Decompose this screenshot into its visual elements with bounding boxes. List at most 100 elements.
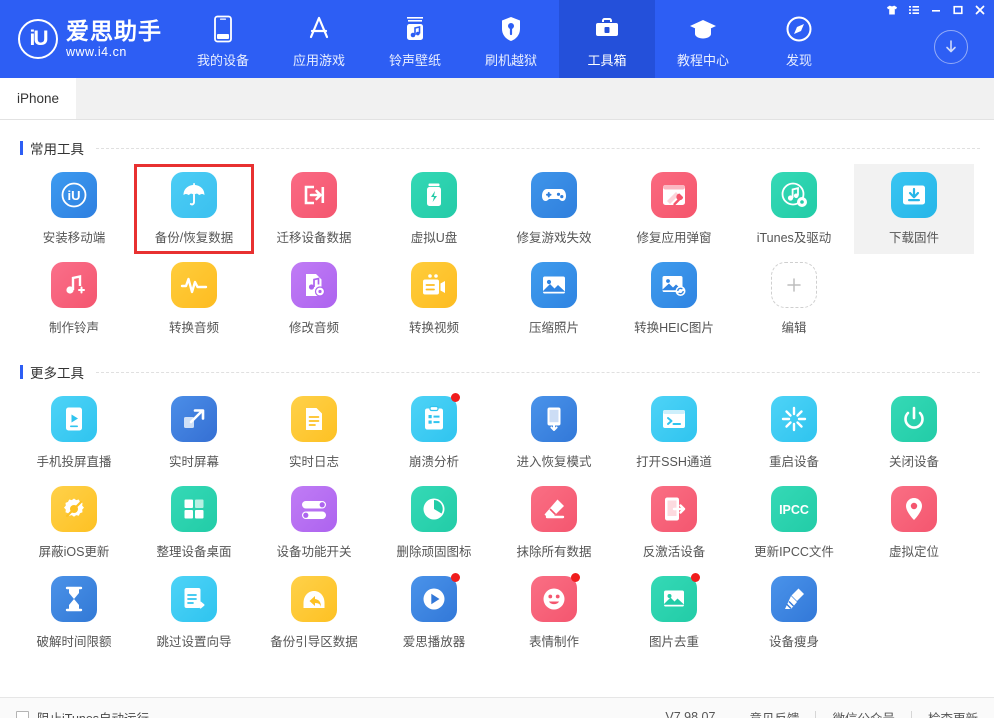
tool-device-slimming[interactable]: 设备瘦身	[734, 568, 854, 658]
nav-item-discover[interactable]: 发现	[751, 0, 847, 78]
delete-stubborn-icon	[411, 486, 457, 532]
tool-repair-game[interactable]: 修复游戏失效	[494, 164, 614, 254]
tool-label: 压缩照片	[528, 321, 579, 335]
tool-label: 图片去重	[648, 635, 699, 649]
tool-label: 实时日志	[288, 455, 339, 469]
nav-item-ringtone-wallpaper[interactable]: 铃声壁纸	[367, 0, 463, 78]
tool-label: 整理设备桌面	[156, 545, 232, 559]
main-nav: 我的设备 应用游戏 铃声壁纸 刷机越狱 工具箱 教程中心 发现	[175, 0, 847, 78]
tool-label: 编辑	[781, 321, 807, 335]
nav-label: 刷机越狱	[484, 52, 537, 68]
section-divider	[96, 147, 980, 149]
tool-backup-boot-data[interactable]: 备份引导区数据	[254, 568, 374, 658]
migrate-data-icon	[291, 172, 337, 218]
tool-convert-audio[interactable]: 转换音频	[134, 254, 254, 344]
tool-crash-analysis[interactable]: 崩溃分析	[374, 388, 494, 478]
checkbox-box[interactable]	[16, 710, 29, 718]
tool-label: 屏蔽iOS更新	[38, 545, 110, 559]
tool-download-firmware[interactable]: 下载固件	[854, 164, 974, 254]
nav-label: 我的设备	[196, 52, 249, 68]
tool-make-ringtone[interactable]: 制作铃声	[14, 254, 134, 344]
minimize-icon[interactable]	[926, 1, 946, 19]
close-icon[interactable]	[970, 1, 990, 19]
plus-edit-icon	[771, 262, 817, 308]
tool-restart-device[interactable]: 重启设备	[734, 388, 854, 478]
tool-migrate-device-data[interactable]: 迁移设备数据	[254, 164, 374, 254]
tool-itunes-driver[interactable]: iTunes及驱动	[734, 164, 854, 254]
tool-delete-stubborn-icon[interactable]: 删除顽固图标	[374, 478, 494, 568]
tab-iphone[interactable]: iPhone	[0, 77, 76, 119]
tool-feature-toggle[interactable]: 设备功能开关	[254, 478, 374, 568]
backup-boot-icon	[291, 576, 337, 622]
tool-crack-time-limit[interactable]: 破解时间限额	[14, 568, 134, 658]
tool-deactivate-device[interactable]: 反激活设备	[614, 478, 734, 568]
tool-realtime-screen[interactable]: 实时屏幕	[134, 388, 254, 478]
deactivate-device-icon	[651, 486, 697, 532]
tool-skip-setup[interactable]: 跳过设置向导	[134, 568, 254, 658]
crash-analysis-icon	[411, 393, 460, 442]
tool-photo-dedupe[interactable]: 图片去重	[614, 568, 734, 658]
footer-right: V7.98.07 意见反馈 微信公众号 检查更新	[665, 708, 978, 718]
tool-virtual-location[interactable]: 虚拟定位	[854, 478, 974, 568]
app-popup-repair-icon	[651, 172, 697, 218]
tool-label: 进入恢复模式	[516, 455, 592, 469]
block-itunes-checkbox[interactable]: 阻止iTunes自动运行	[16, 708, 149, 718]
tool-repair-app-popup[interactable]: 修复应用弹窗	[614, 164, 734, 254]
ipcc-update-icon: IPCC	[771, 486, 817, 532]
tool-convert-heic[interactable]: 转换HEIC图片	[614, 254, 734, 344]
compress-photo-icon	[531, 262, 577, 308]
nav-label: 铃声壁纸	[388, 52, 441, 68]
section-title: 常用工具	[30, 142, 84, 157]
tool-update-ipcc[interactable]: IPCC 更新IPCC文件	[734, 478, 854, 568]
tool-label: 删除顽固图标	[396, 545, 472, 559]
tool-convert-video[interactable]: 转换视频	[374, 254, 494, 344]
skin-theme-icon[interactable]	[882, 1, 902, 19]
tool-emoji-maker[interactable]: 表情制作	[494, 568, 614, 658]
tool-install-mobile[interactable]: iU 安装移动端	[14, 164, 134, 254]
tool-compress-photo[interactable]: 压缩照片	[494, 254, 614, 344]
wechat-link[interactable]: 微信公众号	[816, 708, 911, 718]
feedback-link[interactable]: 意见反馈	[733, 708, 815, 718]
tool-backup-restore[interactable]: 备份/恢复数据	[134, 164, 254, 254]
tool-realtime-log[interactable]: 实时日志	[254, 388, 374, 478]
section-header-more-tools: 更多工具	[14, 362, 980, 382]
nav-item-apps-games[interactable]: 应用游戏	[271, 0, 367, 78]
tool-screen-cast-live[interactable]: 手机投屏直播	[14, 388, 134, 478]
usb-drive-icon	[411, 172, 457, 218]
nav-item-flash-jailbreak[interactable]: 刷机越狱	[463, 0, 559, 78]
tool-edit-audio[interactable]: 修改音频	[254, 254, 374, 344]
download-arrow-icon[interactable]	[934, 30, 968, 64]
check-update-link[interactable]: 检查更新	[912, 708, 978, 718]
tool-label: 设备瘦身	[768, 635, 819, 649]
tool-label: 破解时间限额	[36, 635, 112, 649]
nav-item-toolbox[interactable]: 工具箱	[559, 0, 655, 78]
menu-list-icon[interactable]	[904, 1, 924, 19]
svg-text:IPCC: IPCC	[779, 503, 809, 517]
tool-recovery-mode[interactable]: 进入恢复模式	[494, 388, 614, 478]
more-tools-grid: 手机投屏直播 实时屏幕 实时日志 崩溃分析 进入恢复模式 打开SSH通道 重启设…	[14, 388, 980, 658]
tool-power-off[interactable]: 关闭设备	[854, 388, 974, 478]
nav-item-tutorial-center[interactable]: 教程中心	[655, 0, 751, 78]
tool-organize-desktop[interactable]: 整理设备桌面	[134, 478, 254, 568]
realtime-log-icon	[291, 396, 337, 442]
tool-label: 虚拟U盘	[410, 231, 458, 245]
section-title: 更多工具	[30, 366, 84, 381]
tool-virtual-usb[interactable]: 虚拟U盘	[374, 164, 494, 254]
tool-block-ios-update[interactable]: 屏蔽iOS更新	[14, 478, 134, 568]
common-tools-grid: iU 安装移动端 备份/恢复数据 迁移设备数据 虚拟U盘 修复游戏失效 修复应用…	[14, 164, 980, 344]
tool-label: 表情制作	[528, 635, 579, 649]
badge-dot	[451, 393, 460, 402]
tool-label: 转换HEIC图片	[634, 321, 714, 335]
tool-ssh-tunnel[interactable]: 打开SSH通道	[614, 388, 734, 478]
tool-edit-add[interactable]: 编辑	[734, 254, 854, 344]
erase-all-data-icon	[531, 486, 577, 532]
convert-audio-icon	[171, 262, 217, 308]
feature-toggle-icon	[291, 486, 337, 532]
maximize-icon[interactable]	[948, 1, 968, 19]
tool-erase-all-data[interactable]: 抹除所有数据	[494, 478, 614, 568]
i4-install-icon: iU	[51, 172, 97, 218]
tool-i4-player[interactable]: 爱思播放器	[374, 568, 494, 658]
tool-label: 抹除所有数据	[516, 545, 592, 559]
window-controls	[882, 1, 990, 19]
nav-item-my-device[interactable]: 我的设备	[175, 0, 271, 78]
